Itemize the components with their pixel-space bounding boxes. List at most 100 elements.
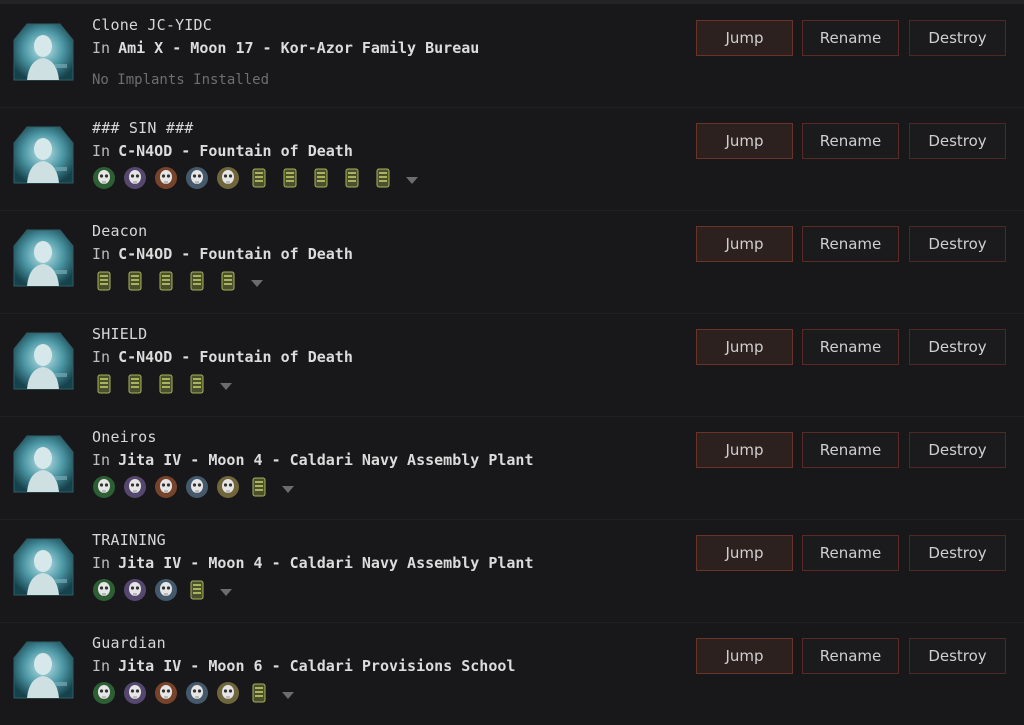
clone-location: In C-N4OD - Fountain of Death	[92, 142, 353, 160]
clone-portrait-icon	[13, 22, 74, 82]
hardwiring-icon[interactable]	[185, 578, 209, 602]
expand-caret-icon[interactable]	[282, 485, 294, 493]
jump-button[interactable]: Jump	[696, 638, 793, 674]
rename-button[interactable]: Rename	[802, 226, 899, 262]
hardwiring-icon[interactable]	[247, 475, 271, 499]
row-separator	[0, 107, 1024, 108]
clone-row: SHIELD In C-N4OD - Fountain of Death Jump	[0, 313, 1024, 416]
orange-skull-icon[interactable]	[154, 681, 178, 705]
rename-button[interactable]: Rename	[802, 432, 899, 468]
location-name[interactable]: Jita IV - Moon 4 - Caldari Navy Assembly…	[118, 554, 533, 572]
clone-name: TRAINING	[92, 531, 166, 549]
destroy-button[interactable]: Destroy	[909, 226, 1006, 262]
clone-name: ### SIN ###	[92, 119, 194, 137]
row-separator	[0, 210, 1024, 211]
clone-portrait-icon	[13, 125, 74, 185]
blue-skull-icon[interactable]	[185, 475, 209, 499]
clone-portrait-icon	[13, 640, 74, 700]
rename-button[interactable]: Rename	[802, 535, 899, 571]
expand-caret-icon[interactable]	[406, 176, 418, 184]
hardwiring-icon[interactable]	[92, 372, 116, 396]
destroy-button[interactable]: Destroy	[909, 432, 1006, 468]
hardwiring-icon[interactable]	[154, 269, 178, 293]
hardwiring-icon[interactable]	[340, 166, 364, 190]
blue-skull-icon[interactable]	[154, 578, 178, 602]
implant-list	[92, 165, 418, 191]
hardwiring-icon[interactable]	[278, 166, 302, 190]
clone-name: Deacon	[92, 222, 148, 240]
hardwiring-icon[interactable]	[216, 269, 240, 293]
hardwiring-icon[interactable]	[92, 269, 116, 293]
destroy-button[interactable]: Destroy	[909, 638, 1006, 674]
jump-button[interactable]: Jump	[696, 432, 793, 468]
hardwiring-icon[interactable]	[185, 269, 209, 293]
location-prefix: In	[92, 39, 111, 57]
gold-skull-icon[interactable]	[216, 166, 240, 190]
purple-skull-icon[interactable]	[123, 166, 147, 190]
orange-skull-icon[interactable]	[154, 166, 178, 190]
blue-skull-icon[interactable]	[185, 681, 209, 705]
location-name[interactable]: C-N4OD - Fountain of Death	[118, 142, 353, 160]
green-skull-icon[interactable]	[92, 166, 116, 190]
location-name[interactable]: C-N4OD - Fountain of Death	[118, 245, 353, 263]
location-prefix: In	[92, 451, 111, 469]
jump-button[interactable]: Jump	[696, 535, 793, 571]
destroy-button[interactable]: Destroy	[909, 535, 1006, 571]
destroy-button[interactable]: Destroy	[909, 123, 1006, 159]
jump-button[interactable]: Jump	[696, 20, 793, 56]
clone-location: In Jita IV - Moon 4 - Caldari Navy Assemb…	[92, 554, 533, 572]
location-prefix: In	[92, 554, 111, 572]
clone-row: ### SIN ### In C-N4OD - Fountain of Death	[0, 107, 1024, 210]
hardwiring-icon[interactable]	[247, 166, 271, 190]
hardwiring-icon[interactable]	[247, 681, 271, 705]
hardwiring-icon[interactable]	[371, 166, 395, 190]
purple-skull-icon[interactable]	[123, 475, 147, 499]
clone-name: SHIELD	[92, 325, 148, 343]
clone-row: Clone JC-YIDC In Ami X - Moon 17 - Kor-Az…	[0, 4, 1024, 107]
implant-list	[92, 371, 232, 397]
hardwiring-icon[interactable]	[154, 372, 178, 396]
location-prefix: In	[92, 142, 111, 160]
expand-caret-icon[interactable]	[282, 691, 294, 699]
clone-location: In C-N4OD - Fountain of Death	[92, 348, 353, 366]
hardwiring-icon[interactable]	[123, 372, 147, 396]
green-skull-icon[interactable]	[92, 681, 116, 705]
jump-button[interactable]: Jump	[696, 123, 793, 159]
location-name[interactable]: C-N4OD - Fountain of Death	[118, 348, 353, 366]
jump-button[interactable]: Jump	[696, 329, 793, 365]
rename-button[interactable]: Rename	[802, 329, 899, 365]
blue-skull-icon[interactable]	[185, 166, 209, 190]
location-prefix: In	[92, 245, 111, 263]
implant-list	[92, 680, 294, 706]
expand-caret-icon[interactable]	[220, 588, 232, 596]
clone-row: TRAINING In Jita IV - Moon 4 - Caldari Na…	[0, 519, 1024, 622]
no-implants-label: No Implants Installed	[92, 72, 270, 88]
green-skull-icon[interactable]	[92, 578, 116, 602]
clone-name: Oneiros	[92, 428, 157, 446]
hardwiring-icon[interactable]	[185, 372, 209, 396]
rename-button[interactable]: Rename	[802, 123, 899, 159]
location-name[interactable]: Ami X - Moon 17 - Kor-Azor Family Bureau	[118, 39, 479, 57]
orange-skull-icon[interactable]	[154, 475, 178, 499]
expand-caret-icon[interactable]	[251, 279, 263, 287]
clone-location: In Ami X - Moon 17 - Kor-Azor Family Bure…	[92, 39, 479, 57]
location-name[interactable]: Jita IV - Moon 6 - Caldari Provisions Sc…	[118, 657, 515, 675]
destroy-button[interactable]: Destroy	[909, 20, 1006, 56]
location-name[interactable]: Jita IV - Moon 4 - Caldari Navy Assembly…	[118, 451, 533, 469]
row-separator	[0, 416, 1024, 417]
purple-skull-icon[interactable]	[123, 578, 147, 602]
implant-list	[92, 268, 263, 294]
gold-skull-icon[interactable]	[216, 681, 240, 705]
hardwiring-icon[interactable]	[309, 166, 333, 190]
rename-button[interactable]: Rename	[802, 20, 899, 56]
hardwiring-icon[interactable]	[123, 269, 147, 293]
rename-button[interactable]: Rename	[802, 638, 899, 674]
clone-location: In Jita IV - Moon 4 - Caldari Navy Assemb…	[92, 451, 533, 469]
jump-button[interactable]: Jump	[696, 226, 793, 262]
expand-caret-icon[interactable]	[220, 382, 232, 390]
destroy-button[interactable]: Destroy	[909, 329, 1006, 365]
purple-skull-icon[interactable]	[123, 681, 147, 705]
implant-list	[92, 577, 232, 603]
green-skull-icon[interactable]	[92, 475, 116, 499]
gold-skull-icon[interactable]	[216, 475, 240, 499]
